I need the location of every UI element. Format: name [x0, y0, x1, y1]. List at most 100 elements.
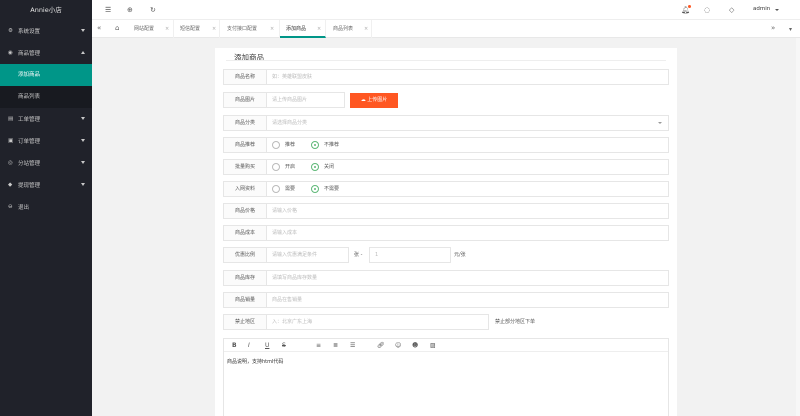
sidebar-item-withdrawals[interactable]: ◆ 提现管理 [0, 174, 92, 196]
italic-icon[interactable]: I [248, 340, 250, 351]
gear-icon: ⚙ [8, 28, 13, 34]
sidebar-item-label: 订单管理 [18, 139, 41, 145]
align-left-icon[interactable]: ≡ [316, 340, 321, 351]
admin-user-menu[interactable]: admin [753, 6, 770, 12]
sidebar-item-products[interactable]: ◉ 商品管理 [0, 42, 92, 64]
link-icon[interactable]: 🔗︎ [377, 340, 385, 351]
sidebar-submenu: 添加商品 商品列表 [0, 64, 92, 108]
stock-input[interactable]: 请填写商品库存数量 [267, 270, 669, 286]
sidebar-subitem-add-product[interactable]: 添加商品 [0, 64, 92, 86]
form-row-name: 商品名称 如：英雄联盟皮肤 [223, 69, 669, 85]
emoji-icon[interactable]: ☻ [412, 340, 418, 351]
sidebar-item-substations[interactable]: ◎ 分站管理 [0, 152, 92, 174]
sales-input[interactable]: 商品在售销量 [267, 292, 669, 308]
order-icon: ▣ [8, 138, 14, 144]
sidebar-item-system-settings[interactable]: ⚙ 系统设置 [0, 20, 92, 42]
chevron-down-icon [81, 183, 85, 186]
upload-image-button[interactable]: ☁ 上传图片 [350, 93, 398, 108]
radio-recommend-no[interactable] [311, 141, 319, 149]
radio-label: 不推荐 [324, 142, 340, 148]
chevron-down-icon [775, 9, 779, 11]
chat-icon[interactable]: ◌ [704, 5, 710, 15]
align-center-icon[interactable]: ≣ [333, 340, 338, 351]
close-icon[interactable]: × [270, 20, 274, 38]
page-tabs: « ⌂ 网站配置 × 短信配置 × 支付接口配置 × 添加商品 × 商品列表 ×… [92, 20, 800, 38]
form-row-discount: 优惠比例 请输入优惠满足条件 张 - 1 元/张 [223, 247, 669, 263]
add-product-panel: 添加商品 商品名称 如：英雄联盟皮肤 商品图片 请上传商品图片 ☁ 上传图片 商… [215, 48, 677, 416]
radio-info-required[interactable] [272, 185, 280, 193]
editor-content[interactable]: 商品说明，支持html代码 [227, 358, 283, 365]
sidebar-item-label: 提现管理 [18, 183, 41, 189]
chevron-down-icon [81, 117, 85, 120]
unlink-icon[interactable]: ☺ [395, 340, 401, 351]
form-row-price: 商品价格 请输入价格 [223, 203, 669, 219]
form-row-cost: 商品成本 请输入成本 [223, 225, 669, 241]
form-row-info: 入网资料 需要 不需要 [223, 181, 669, 197]
tabs-next-icon[interactable]: » [771, 23, 775, 34]
sidebar-item-logout[interactable]: ⊖ 退出 [0, 196, 92, 218]
tabs-prev-icon[interactable]: « [97, 23, 101, 34]
close-icon[interactable]: × [212, 20, 216, 38]
radio-info-not-required[interactable] [311, 185, 319, 193]
sidebar: Annie小店 ⚙ 系统设置 ◉ 商品管理 添加商品 商品列表 ▤ 工单管理 ▣… [0, 0, 92, 416]
divider [226, 60, 666, 61]
skin-icon[interactable]: ◇ [729, 5, 734, 15]
close-icon[interactable]: × [165, 20, 169, 38]
ticket-icon: ▤ [8, 116, 14, 122]
radio-label: 关闭 [324, 164, 335, 170]
bold-icon[interactable]: B [232, 340, 237, 351]
field-label: 优惠比例 [223, 247, 267, 263]
product-name-input[interactable]: 如：英雄联盟皮肤 [267, 69, 669, 85]
rich-text-editor: B I U S ≡ ≣ ☰ 🔗︎ ☺ ☻ ▨ 商品说明，支持html代码 [223, 338, 669, 416]
scrollbar[interactable] [796, 38, 800, 416]
close-icon[interactable]: × [364, 20, 368, 38]
form-row-image: 商品图片 请上传商品图片 ☁ 上传图片 [223, 92, 669, 108]
sidebar-item-orders[interactable]: ▣ 订单管理 [0, 130, 92, 152]
globe-icon[interactable]: ⊕ [127, 5, 133, 15]
form-row-stock: 商品库存 请填写商品库存数量 [223, 270, 669, 286]
sidebar-subitem-product-list[interactable]: 商品列表 [0, 86, 92, 108]
field-label: 商品价格 [223, 203, 267, 219]
tab-label: 添加商品 [286, 26, 307, 32]
price-input[interactable]: 请输入价格 [267, 203, 669, 219]
select-placeholder: 请选择商品分类 [272, 120, 308, 126]
chevron-down-icon [81, 139, 85, 142]
refresh-icon[interactable]: ↻ [150, 5, 156, 15]
product-image-input[interactable]: 请上传商品图片 [267, 92, 345, 108]
field-label: 商品图片 [223, 92, 267, 108]
page-title: 添加商品 [234, 53, 264, 62]
field-label: 禁止地区 [223, 314, 267, 330]
close-icon[interactable]: × [317, 20, 321, 38]
category-select[interactable]: 请选择商品分类 [267, 115, 669, 131]
discount-threshold-input[interactable]: 请输入优惠满足条件 [267, 247, 349, 263]
home-icon[interactable]: ⌂ [115, 23, 119, 34]
logout-icon: ⊖ [8, 204, 13, 210]
menu-toggle-icon[interactable]: ☰ [105, 5, 111, 15]
radio-batch-on[interactable] [272, 163, 280, 171]
sidebar-item-label: 分站管理 [18, 161, 41, 167]
image-icon[interactable]: ▨ [430, 340, 436, 351]
upload-button-label: 上传图片 [367, 97, 388, 103]
cost-input[interactable]: 请输入成本 [267, 225, 669, 241]
form-row-batch: 批量购买 开启 关闭 [223, 159, 669, 175]
field-label: 批量购买 [223, 159, 267, 175]
radio-label: 需要 [285, 186, 296, 192]
region-input[interactable]: 入：北京广东上海 [267, 314, 489, 330]
discount-amount-input[interactable]: 1 [369, 247, 451, 263]
radio-batch-off[interactable] [311, 163, 319, 171]
tab-label: 商品列表 [333, 26, 354, 32]
sidebar-item-label: 商品管理 [18, 51, 41, 57]
chevron-down-icon[interactable]: ▾ [789, 24, 792, 35]
radio-recommend-yes[interactable] [272, 141, 280, 149]
tab-label: 短信配置 [180, 26, 201, 32]
field-label: 入网资料 [223, 181, 267, 197]
radio-label: 不需要 [324, 186, 340, 192]
align-right-icon[interactable]: ☰ [350, 340, 355, 351]
strikethrough-icon[interactable]: S [282, 340, 286, 351]
sidebar-item-tickets[interactable]: ▤ 工单管理 [0, 108, 92, 130]
underline-icon[interactable]: U [265, 340, 269, 351]
chevron-down-icon [81, 29, 85, 32]
radio-label: 开启 [285, 164, 296, 170]
tab-label: 网站配置 [134, 26, 155, 32]
notification-dot [688, 5, 691, 8]
